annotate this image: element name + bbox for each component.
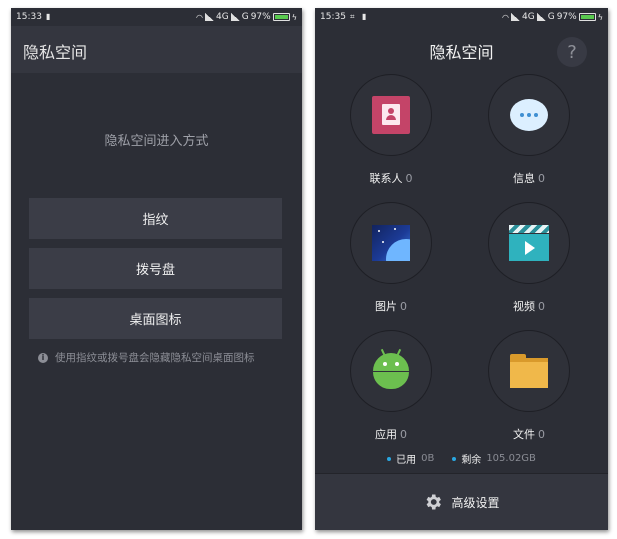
page-title: 隐私空间: [23, 43, 88, 62]
signal-icon: [205, 13, 215, 21]
fingerprint-button[interactable]: 指纹: [29, 198, 282, 239]
android-app-icon: [371, 348, 411, 391]
contacts-icon: [372, 96, 410, 134]
videos-icon: [509, 225, 549, 261]
bullet-dot-icon: [452, 456, 457, 461]
storage-summary: 已用 0B 剩余 105.02GB: [315, 451, 608, 466]
category-label: 联系人 0: [341, 170, 441, 186]
category-name: 文件: [513, 428, 535, 441]
bullet-dot-icon: [387, 456, 392, 461]
gear-icon: [427, 494, 442, 510]
category-circle[interactable]: [488, 330, 570, 412]
signal-icon: [511, 13, 521, 21]
category-circle[interactable]: [488, 202, 570, 284]
settings-label: 高级设置: [451, 495, 500, 510]
desktop-icon-button[interactable]: 桌面图标: [29, 298, 282, 339]
category-circle[interactable]: [350, 330, 432, 412]
info-icon: i: [38, 352, 48, 363]
category-apps[interactable]: 应用 0: [341, 330, 441, 442]
storage-free: 剩余 105.02GB: [452, 451, 536, 466]
wifi-icon: ◠: [502, 12, 510, 22]
network-type: 4G: [522, 12, 535, 22]
category-label: 应用 0: [341, 426, 441, 442]
category-circle[interactable]: [350, 202, 432, 284]
messages-icon: [510, 99, 548, 131]
category-circle[interactable]: [350, 74, 432, 156]
storage-free-value: 105.02GB: [486, 453, 536, 464]
photos-icon: [372, 225, 410, 261]
signal-icon: [536, 13, 546, 21]
help-button[interactable]: ?: [557, 37, 587, 67]
wifi-icon: ◠: [196, 12, 204, 22]
screenshot-notification-icon: ⌗: [350, 12, 355, 21]
battery-icon: [578, 13, 596, 21]
folder-icon: [510, 354, 548, 388]
status-bar: 15:33 ▮ ◠ 4G G 97% ϟ: [11, 8, 302, 26]
category-label: 信息 0: [479, 170, 579, 186]
category-count: 0: [538, 172, 545, 185]
battery-percent: 97%: [556, 12, 577, 22]
battery-percent: 97%: [250, 12, 271, 22]
status-time: 15:33: [16, 12, 42, 22]
hint-label: 使用指纹或拨号盘会隐藏隐私空间桌面图标: [55, 352, 255, 364]
category-name: 联系人: [369, 172, 403, 185]
category-label: 图片 0: [341, 298, 441, 314]
charging-icon: ϟ: [597, 12, 603, 22]
notification-icon: ▮: [46, 12, 51, 21]
storage-used-label: 已用: [396, 455, 417, 466]
left-phone-screen: 15:33 ▮ ◠ 4G G 97% ϟ 隐私空间 隐私空间进入方式 指纹 拨号…: [11, 8, 302, 530]
category-count: 0: [400, 428, 407, 441]
network-type-2: G: [547, 12, 555, 22]
category-circle[interactable]: [488, 74, 570, 156]
category-name: 视频: [513, 300, 535, 313]
category-count: 0: [538, 428, 545, 441]
category-count: 0: [405, 172, 413, 185]
category-videos[interactable]: 视频 0: [479, 202, 579, 314]
category-count: 0: [538, 300, 545, 313]
header: 隐私空间: [11, 26, 302, 73]
category-name: 图片: [375, 300, 397, 313]
category-files[interactable]: 文件 0: [479, 330, 579, 442]
notification-icon: ▮: [362, 12, 367, 21]
advanced-settings-button[interactable]: 高级设置: [315, 473, 608, 530]
dialpad-button[interactable]: 拨号盘: [29, 248, 282, 289]
category-messages[interactable]: 信息 0: [479, 74, 579, 186]
help-icon: ?: [567, 41, 577, 63]
category-photos[interactable]: 图片 0: [341, 202, 441, 314]
category-count: 0: [400, 300, 407, 313]
entry-method-title: 隐私空间进入方式: [104, 134, 209, 149]
charging-icon: ϟ: [291, 12, 297, 22]
status-time: 15:35: [320, 12, 346, 22]
category-label: 视频 0: [479, 298, 579, 314]
battery-icon: [272, 13, 290, 21]
network-type: 4G: [216, 12, 229, 22]
category-contacts[interactable]: 联系人 0: [341, 74, 441, 186]
signal-icon: [230, 13, 240, 21]
network-type-2: G: [241, 12, 249, 22]
hint-text: i 使用指纹或拨号盘会隐藏隐私空间桌面图标: [38, 350, 255, 365]
storage-used-value: 0B: [421, 453, 435, 464]
category-label: 文件 0: [479, 426, 579, 442]
right-phone-screen: 15:35 ⌗ ▮ ◠ 4G G 97% ϟ 隐私空间 ? 联系人 0 信息 0…: [315, 8, 608, 530]
storage-free-label: 剩余: [461, 455, 482, 466]
category-name: 应用: [375, 428, 397, 441]
status-bar: 15:35 ⌗ ▮ ◠ 4G G 97% ϟ: [315, 8, 608, 26]
storage-used: 已用 0B: [387, 451, 434, 466]
category-name: 信息: [513, 172, 535, 185]
